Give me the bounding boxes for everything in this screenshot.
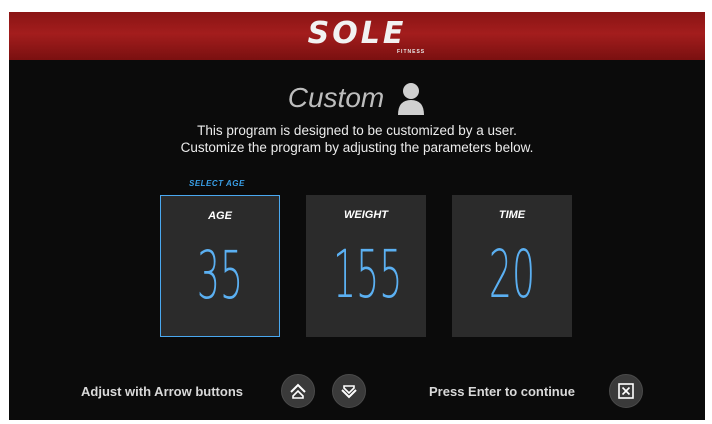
age-label: AGE	[208, 210, 232, 222]
footer-bar: Adjust with Arrow buttons Press Enter to…	[9, 374, 705, 410]
close-box-icon	[618, 383, 634, 399]
age-tile[interactable]: AGE 35	[160, 195, 280, 337]
age-value: 35	[196, 237, 244, 314]
user-silhouette-icon	[398, 83, 425, 115]
enter-instructions: Press Enter to continue	[429, 384, 575, 399]
program-title: Custom	[287, 82, 385, 113]
description-line-2: Customize the program by adjusting the p…	[180, 140, 534, 155]
selection-hint: SELECT AGE	[189, 179, 245, 188]
weight-tile[interactable]: WEIGHT 155	[306, 195, 426, 337]
chevron-up-icon	[290, 383, 306, 399]
brand-sub-logo: FITNESS	[397, 49, 426, 55]
time-tile[interactable]: TIME 20	[452, 195, 572, 337]
description-line-1: This program is designed to be customize…	[197, 123, 517, 138]
time-label: TIME	[498, 209, 526, 221]
arrow-down-button[interactable]	[332, 374, 366, 408]
time-value: 20	[488, 236, 536, 313]
console-screen: SOLE FITNESS Custom This program is desi…	[9, 12, 705, 420]
program-title-row: Custom	[9, 78, 705, 118]
weight-label: WEIGHT	[344, 209, 388, 221]
program-description: This program is designed to be customize…	[9, 122, 705, 156]
chevron-down-icon	[341, 385, 357, 399]
adjust-instructions: Adjust with Arrow buttons	[81, 384, 243, 399]
brand-logo: SOLE	[307, 16, 407, 51]
weight-value: 155	[333, 236, 403, 313]
header-bar: SOLE FITNESS	[9, 12, 705, 60]
arrow-up-button[interactable]	[281, 374, 315, 408]
enter-button[interactable]	[609, 374, 643, 408]
